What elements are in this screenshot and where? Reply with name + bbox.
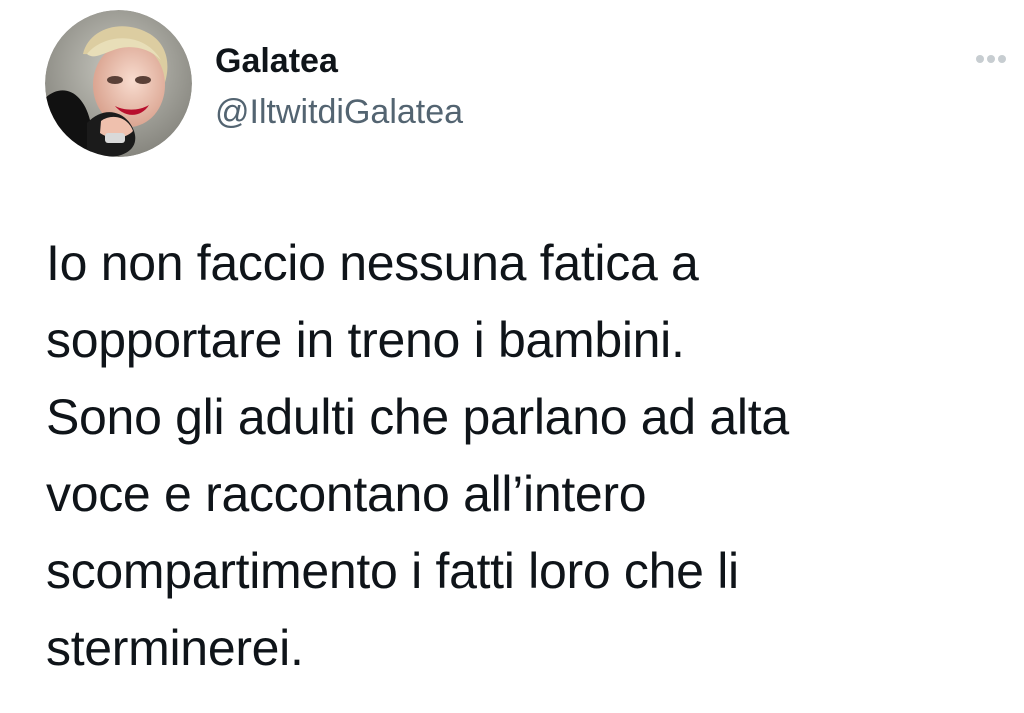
tweet-text-line: voce e raccontano all’intero [46, 466, 647, 522]
tweet-text: Io non faccio nessuna fatica a sopportar… [46, 225, 1006, 687]
tweet-text-line: sterminerei. [46, 620, 304, 676]
tweet-text-line: scompartimento i fatti loro che li [46, 543, 739, 599]
author-handle[interactable]: @IltwitdiGalatea [215, 91, 463, 133]
tweet-text-line: sopportare in treno i bambini. [46, 312, 685, 368]
tweet-text-line: Sono gli adulti che parlano ad alta [46, 389, 789, 445]
more-options-icon [976, 55, 1006, 63]
tweet: Galatea @IltwitdiGalatea Io non faccio n… [0, 0, 1024, 713]
tweet-text-line: Io non faccio nessuna fatica a [46, 235, 699, 291]
author-display-name[interactable]: Galatea [215, 40, 338, 82]
avatar[interactable] [45, 10, 192, 157]
more-options-button[interactable] [968, 44, 1014, 74]
profile-photo-icon [45, 10, 192, 157]
